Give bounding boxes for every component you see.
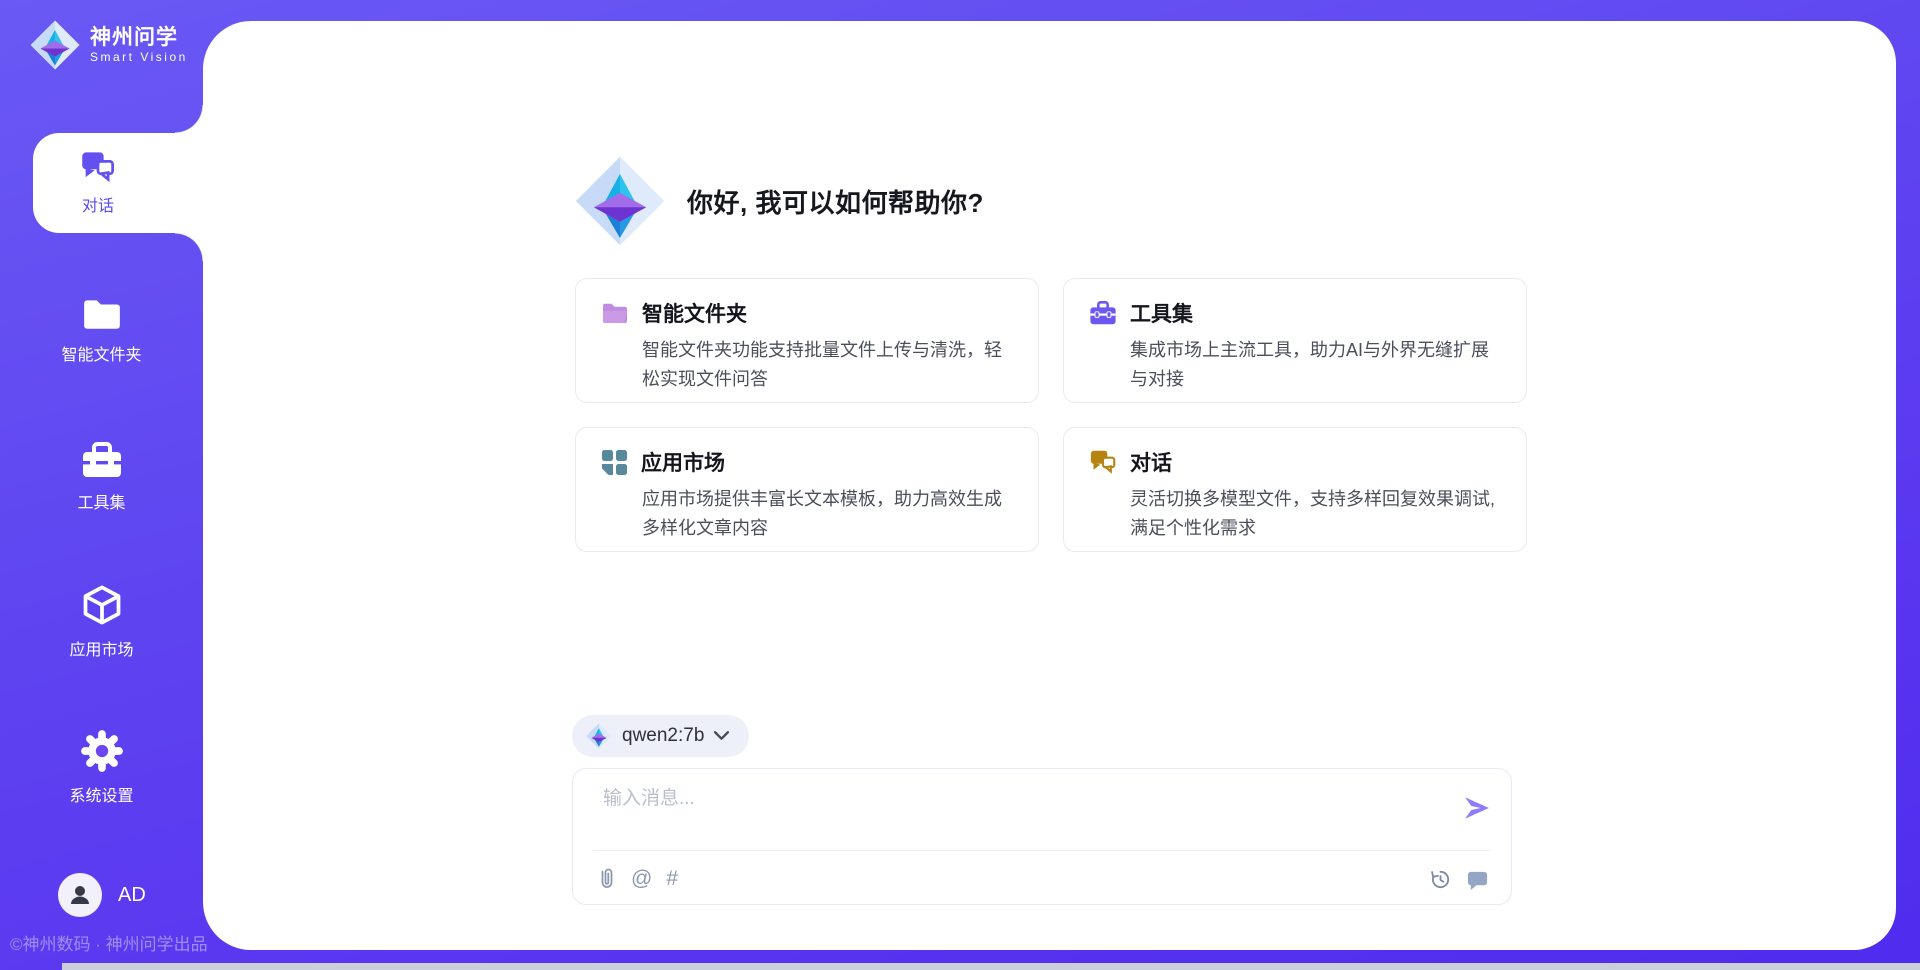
- sidebar: 神州问学 Smart Vision 对话 智能文件夹: [0, 0, 203, 970]
- card-title: 工具集: [1130, 298, 1193, 328]
- grid-icon: [601, 449, 628, 476]
- chat-icon: [80, 150, 116, 184]
- folder-icon: [81, 296, 123, 332]
- model-name: qwen2:7b: [622, 725, 704, 747]
- topic-icon[interactable]: #: [666, 868, 678, 890]
- brand-name: 神州问学: [90, 25, 188, 50]
- model-selector[interactable]: qwen2:7b: [572, 715, 749, 757]
- user-profile[interactable]: AD: [58, 873, 146, 917]
- person-icon: [67, 882, 93, 908]
- sidebar-item-label: 应用市场: [69, 636, 133, 660]
- sidebar-item-smart-folder[interactable]: 智能文件夹: [0, 296, 203, 365]
- sidebar-item-label: 工具集: [77, 489, 125, 513]
- card-description: 智能文件夹功能支持批量文件上传与清洗，轻松实现文件问答: [642, 336, 1014, 394]
- sidebar-item-toolset[interactable]: 工具集: [0, 440, 203, 513]
- composer-right-tools: [1429, 868, 1489, 891]
- cube-icon: [80, 583, 124, 627]
- card-title: 智能文件夹: [642, 298, 747, 328]
- welcome-hero: 你好, 我可以如何帮助你?: [575, 155, 984, 247]
- avatar: [58, 873, 102, 917]
- gem-logo-icon: [575, 155, 665, 247]
- horizontal-scrollbar[interactable]: [62, 963, 1920, 970]
- sidebar-item-label: 系统设置: [69, 782, 133, 806]
- user-initials: AD: [118, 884, 146, 907]
- card-title: 应用市场: [641, 447, 725, 477]
- app-window: 神州问学 Smart Vision 对话 智能文件夹: [0, 0, 1920, 970]
- main-panel: 你好, 我可以如何帮助你? 智能文件夹 智能文件夹功能支持批量文件上传与清洗，轻…: [203, 21, 1896, 950]
- gear-icon: [80, 729, 124, 773]
- gem-logo-icon: [586, 723, 612, 749]
- brand-subtitle: Smart Vision: [90, 50, 188, 65]
- card-description: 应用市场提供丰富长文本模板，助力高效生成多样化文章内容: [642, 485, 1014, 543]
- brand-gem-icon: [30, 20, 80, 70]
- copyright-text: ©神州数码 · 神州问学出品: [10, 930, 250, 955]
- chat-icon: [1089, 449, 1117, 475]
- card-app-market[interactable]: 应用市场 应用市场提供丰富长文本模板，助力高效生成多样化文章内容: [575, 427, 1039, 552]
- brand: 神州问学 Smart Vision: [30, 20, 188, 70]
- card-toolset[interactable]: 工具集 集成市场上主流工具，助力AI与外界无缝扩展与对接: [1063, 278, 1527, 403]
- toolbox-icon: [1089, 300, 1117, 326]
- sidebar-item-chat[interactable]: 对话: [33, 133, 203, 233]
- greeting-title: 你好, 我可以如何帮助你?: [687, 183, 984, 220]
- attach-icon[interactable]: [597, 867, 617, 891]
- card-chat[interactable]: 对话 灵活切换多模型文件，支持多样回复效果调试, 满足个性化需求: [1063, 427, 1527, 552]
- sidebar-item-settings[interactable]: 系统设置: [0, 729, 203, 806]
- composer-tools: @ #: [597, 867, 678, 891]
- card-description: 集成市场上主流工具，助力AI与外界无缝扩展与对接: [1130, 336, 1502, 394]
- mention-icon[interactable]: @: [631, 868, 652, 890]
- sidebar-item-app-market[interactable]: 应用市场: [0, 583, 203, 660]
- card-title: 对话: [1130, 447, 1172, 477]
- card-smart-folder[interactable]: 智能文件夹 智能文件夹功能支持批量文件上传与清洗，轻松实现文件问答: [575, 278, 1039, 403]
- feedback-icon[interactable]: [1466, 869, 1489, 891]
- sidebar-item-label: 对话: [82, 192, 114, 216]
- feature-cards: 智能文件夹 智能文件夹功能支持批量文件上传与清洗，轻松实现文件问答 工具集 集成…: [575, 278, 1516, 552]
- toolbox-icon: [80, 440, 124, 480]
- send-icon: [1462, 793, 1492, 823]
- history-icon[interactable]: [1429, 868, 1452, 891]
- sidebar-item-label: 智能文件夹: [61, 341, 141, 365]
- folder-icon: [601, 300, 629, 326]
- card-description: 灵活切换多模型文件，支持多样回复效果调试, 满足个性化需求: [1130, 485, 1502, 543]
- chevron-down-icon: [714, 731, 729, 741]
- message-input[interactable]: [601, 783, 1445, 815]
- send-button[interactable]: [1461, 793, 1493, 825]
- message-composer: @ #: [572, 768, 1512, 905]
- composer-divider: [593, 850, 1491, 851]
